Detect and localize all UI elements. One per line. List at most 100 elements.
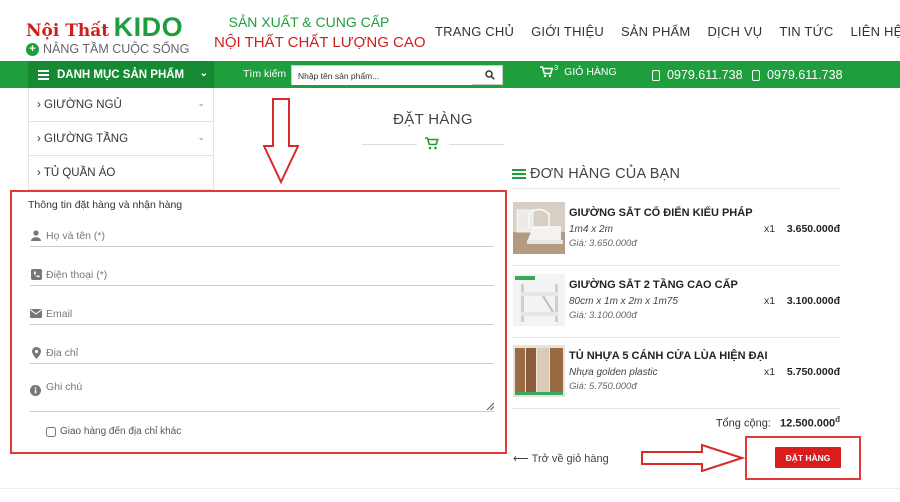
- product-thumbnail[interactable]: [513, 345, 565, 397]
- map-marker-icon: [30, 346, 42, 359]
- product-quantity: x1: [764, 366, 776, 378]
- logo-name: KIDO: [113, 12, 184, 42]
- list-icon: [512, 167, 526, 181]
- back-to-cart-label: Trở về giỏ hàng: [531, 453, 609, 465]
- nav-home[interactable]: TRANG CHỦ: [435, 24, 514, 39]
- phone-2[interactable]: 0979.611.738: [752, 68, 843, 82]
- order-item: GIƯỜNG SẮT CỔ ĐIỂN KIỂU PHÁP 1m4 x 2m Gi…: [512, 200, 840, 266]
- arrow-left-icon: ⟵: [513, 453, 529, 465]
- back-to-cart-link[interactable]: ⟵ Trở về giỏ hàng: [513, 452, 609, 465]
- product-dimensions: 80cm x 1m x 2m x 1m75: [569, 296, 678, 307]
- title-divider: [362, 135, 504, 153]
- category-menu-button[interactable]: DANH MỤC SẢN PHẨM ⌄: [28, 61, 214, 88]
- ship-other-label: Giao hàng đến địa chỉ khác: [60, 426, 182, 437]
- product-unit-price: Giá: 5.750.000đ: [569, 381, 637, 392]
- phone-icon: [652, 69, 660, 81]
- product-thumbnail[interactable]: [513, 274, 565, 326]
- info-circle-icon: [30, 383, 42, 396]
- search-box: [291, 65, 503, 85]
- sidebar-item-giuong-tang[interactable]: › GIƯỜNG TẦNG ⌄: [28, 122, 214, 156]
- phone-icon: [752, 69, 760, 81]
- nav-news[interactable]: TIN TỨC: [779, 24, 833, 39]
- envelope-icon: [30, 308, 42, 320]
- product-name[interactable]: TỦ NHỰA 5 CÁNH CỬA LÙA HIỆN ĐẠI: [569, 350, 768, 362]
- product-thumbnail[interactable]: [513, 202, 565, 254]
- note-textarea[interactable]: [46, 381, 492, 409]
- product-quantity: x1: [764, 295, 776, 307]
- plus-circle-icon: +: [26, 42, 39, 56]
- search-icon: [485, 70, 495, 80]
- cart-label: GIỎ HÀNG: [564, 66, 617, 78]
- search-input[interactable]: [292, 67, 472, 85]
- email-field: [30, 303, 494, 325]
- slogan-line1: SẢN XUẤT & CUNG CẤP: [228, 14, 390, 30]
- phone-1-number: 0979.611.738: [667, 68, 743, 82]
- phone-2-number: 0979.611.738: [767, 68, 843, 82]
- site-header: Nội Thất KIDO + NÂNG TẦM CUỘC SỐNG SẢN X…: [0, 0, 900, 61]
- chevron-down-icon: ⌄: [199, 68, 208, 79]
- category-sidebar: › GIƯỜNG NGỦ ⌄ › GIƯỜNG TẦNG ⌄ › TỦ QUẦN…: [28, 88, 214, 190]
- hamburger-icon: [38, 68, 49, 82]
- chevron-down-icon: ⌄: [197, 98, 205, 108]
- note-field: [30, 381, 494, 412]
- cart-icon: [540, 66, 553, 78]
- annotation-arrow-right: [641, 443, 745, 473]
- phone-1[interactable]: 0979.611.738: [652, 68, 743, 82]
- logo[interactable]: Nội Thất KIDO + NÂNG TẦM CUỘC SỐNG: [26, 12, 189, 58]
- phone-field: [30, 264, 494, 286]
- slogan: SẢN XUẤT & CUNG CẤP NỘI THẤT CHẤT LƯỢNG …: [214, 14, 426, 51]
- order-form: Thông tin đặt hàng và nhận hàng Giao: [10, 190, 507, 454]
- search-button[interactable]: [478, 66, 502, 84]
- divider: [512, 188, 840, 189]
- nav-about[interactable]: GIỚI THIỆU: [531, 24, 604, 39]
- sidebar-item-label: › GIƯỜNG TẦNG: [37, 132, 129, 145]
- sidebar-item-label: › GIƯỜNG NGỦ: [37, 98, 122, 111]
- annotation-arrow-down: [263, 98, 299, 184]
- product-name[interactable]: GIƯỜNG SẮT 2 TẦNG CAO CẤP: [569, 279, 738, 291]
- sidebar-item-tu-quan-ao[interactable]: › TỦ QUẦN ÁO: [28, 156, 214, 190]
- product-line-total: 3.650.000đ: [786, 223, 840, 235]
- product-line-total: 3.100.000đ: [786, 295, 840, 307]
- category-menu-label: DANH MỤC SẢN PHẨM: [57, 68, 185, 81]
- page-title: ĐẶT HÀNG: [393, 111, 473, 128]
- ship-other-address[interactable]: Giao hàng đến địa chỉ khác: [46, 426, 181, 437]
- order-total-currency: đ: [835, 415, 840, 424]
- product-unit-price: Giá: 3.100.000đ: [569, 310, 637, 321]
- name-field: [30, 225, 494, 247]
- cart-icon: [425, 137, 439, 150]
- order-summary-heading: ĐƠN HÀNG CỦA BẠN: [530, 166, 681, 182]
- form-heading: Thông tin đặt hàng và nhận hàng: [28, 199, 183, 211]
- nav-services[interactable]: DỊCH VỤ: [707, 24, 762, 39]
- address-input[interactable]: [46, 346, 466, 359]
- nav-contact[interactable]: LIÊN HỆ: [850, 24, 900, 39]
- sidebar-item-giuong-ngu[interactable]: › GIƯỜNG NGỦ ⌄: [28, 88, 214, 122]
- nav-products[interactable]: SẢN PHẨM: [621, 24, 691, 39]
- product-dimensions: Nhựa golden plastic: [569, 367, 658, 378]
- logo-prefix: Nội Thất: [26, 21, 110, 41]
- resize-handle-icon[interactable]: [486, 402, 494, 410]
- search-label: Tìm kiếm: [243, 68, 287, 80]
- order-summary-title: ĐƠN HÀNG CỦA BẠN: [512, 166, 680, 182]
- phone-square-icon: [30, 269, 42, 281]
- product-quantity: x1: [764, 223, 776, 235]
- order-total: Tổng cộng: 12.500.000đ: [716, 415, 840, 430]
- order-item: TỦ NHỰA 5 CÁNH CỬA LÙA HIỆN ĐẠI Nhựa gol…: [512, 343, 840, 409]
- sidebar-item-label: › TỦ QUẦN ÁO: [37, 166, 116, 179]
- ship-other-checkbox[interactable]: [46, 426, 56, 437]
- address-field: [30, 342, 494, 364]
- product-name[interactable]: GIƯỜNG SẮT CỔ ĐIỂN KIỂU PHÁP: [569, 207, 753, 219]
- top-navigation: TRANG CHỦ GIỚI THIỆU SẢN PHẨM DỊCH VỤ TI…: [435, 24, 900, 39]
- order-item: GIƯỜNG SẮT 2 TẦNG CAO CẤP 80cm x 1m x 2m…: [512, 272, 840, 338]
- order-total-value: 12.500.000: [780, 417, 836, 430]
- main-toolbar: DANH MỤC SẢN PHẨM ⌄ Tìm kiếm 3 GIỎ HÀNG …: [0, 61, 900, 88]
- product-unit-price: Giá: 3.650.000đ: [569, 238, 637, 249]
- name-input[interactable]: [46, 229, 466, 242]
- place-order-button[interactable]: ĐẶT HÀNG: [775, 447, 841, 468]
- phone-input[interactable]: [46, 268, 466, 281]
- slogan-line2: NỘI THẤT CHẤT LƯỢNG CAO: [214, 34, 426, 51]
- footer-edge: [0, 488, 900, 502]
- email-input[interactable]: [46, 307, 466, 320]
- user-icon: [30, 230, 42, 242]
- cart-link[interactable]: 3 GIỎ HÀNG: [540, 63, 617, 78]
- order-total-label: Tổng cộng:: [715, 417, 771, 430]
